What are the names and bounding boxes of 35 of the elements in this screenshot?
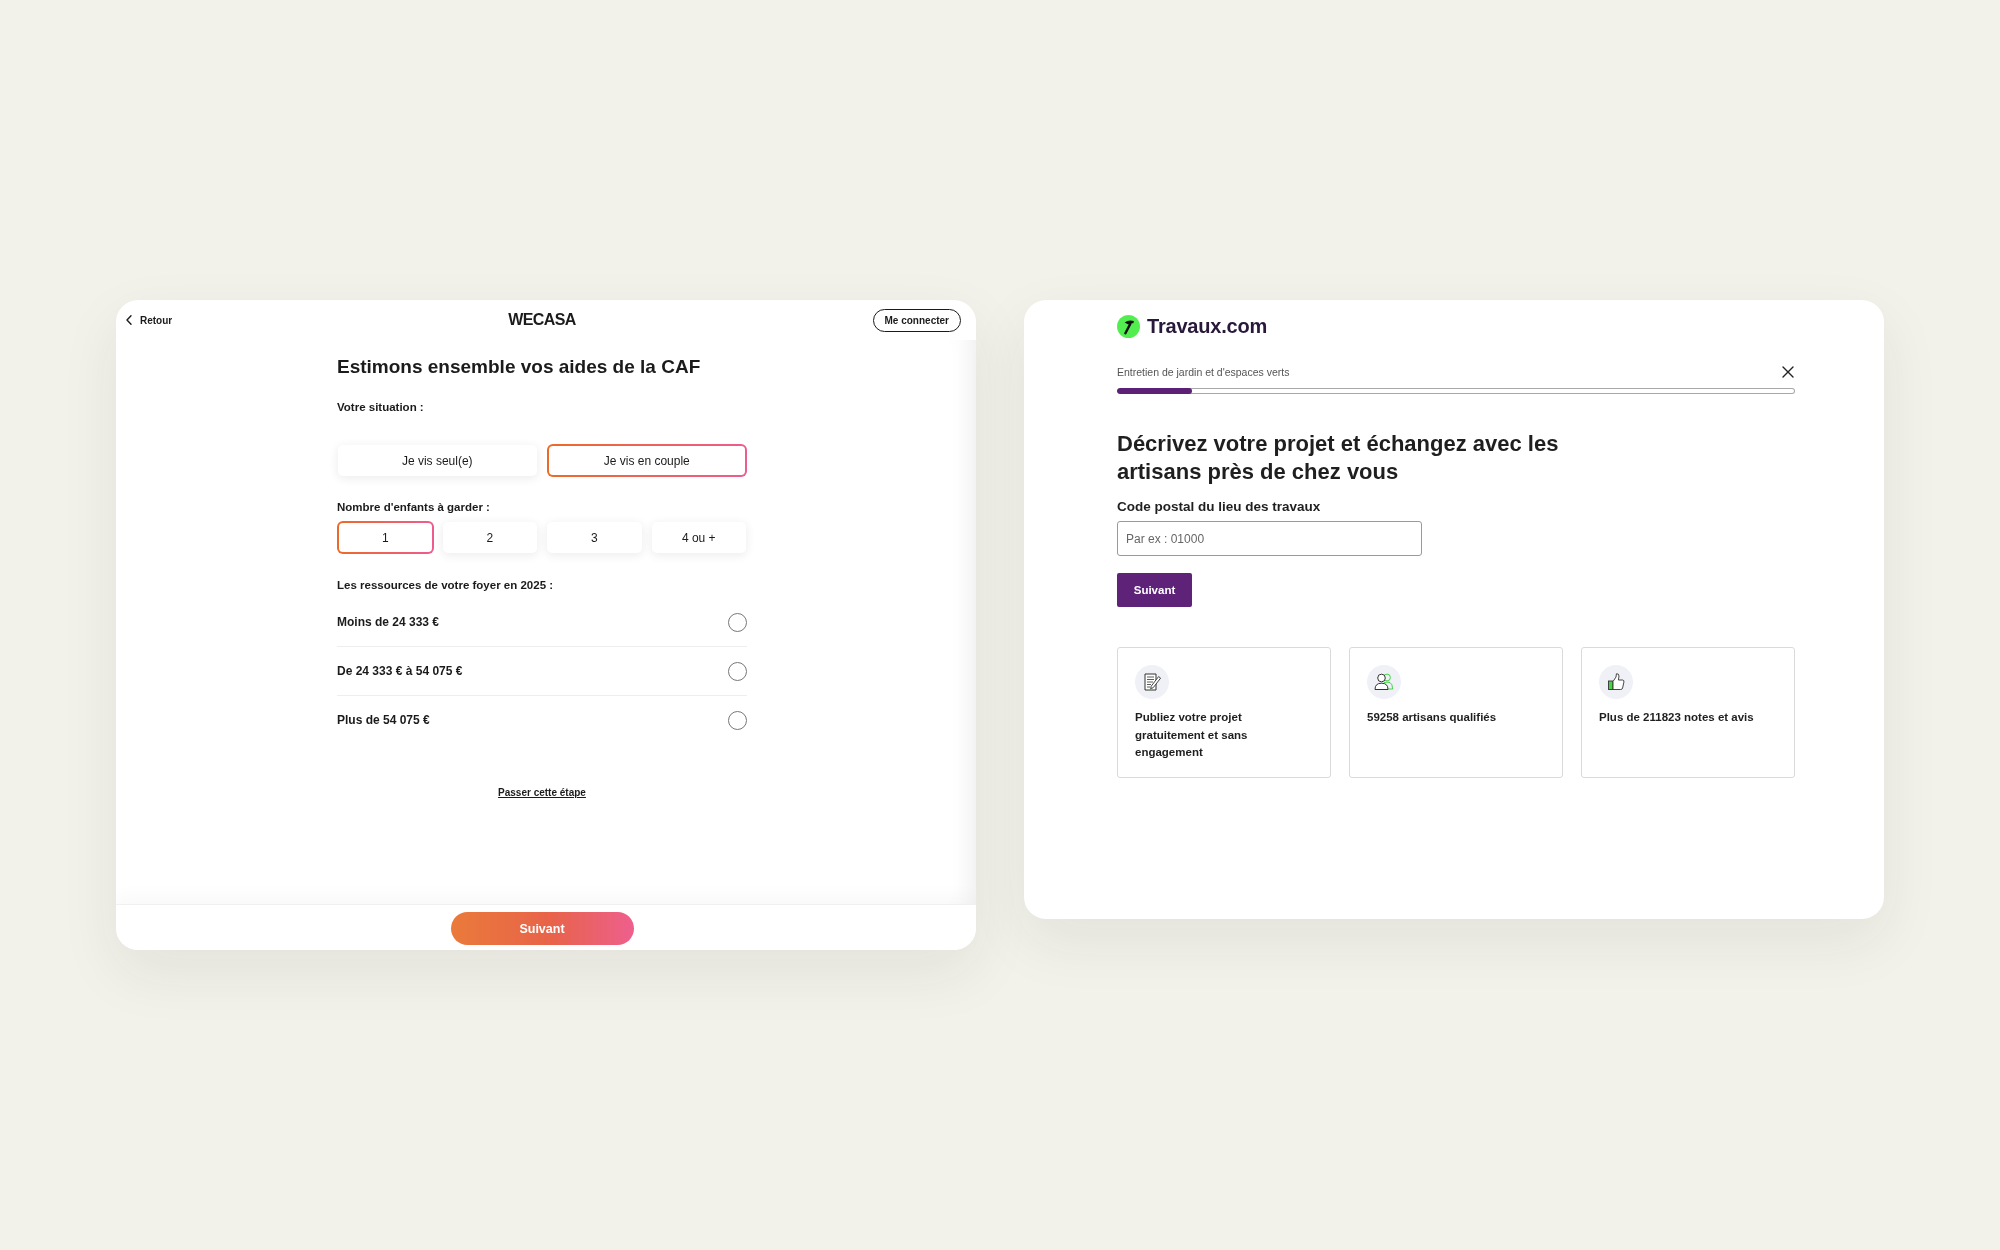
question-label: Votre situation : [337, 400, 425, 415]
option-label: Moins de 24 333 € [337, 615, 440, 629]
question-label: Nombre d'enfants à garder : [337, 500, 491, 515]
choice-button[interactable]: Je vis seul(e) [337, 444, 538, 477]
next-button[interactable]: Suivant [1117, 573, 1192, 607]
back-link[interactable]: Retour [126, 314, 173, 326]
choice-button[interactable]: 3 [546, 521, 643, 554]
option-label: Plus de 54 075 € [337, 713, 430, 727]
login-button[interactable]: Me connecter [872, 308, 961, 332]
thumbs-up-icon [1599, 665, 1633, 699]
question-label: Les ressources de votre foyer en 2025 : [337, 578, 555, 593]
postal-code-field[interactable]: Par ex : 01000 [1117, 521, 1422, 556]
form-title: Estimons ensemble vos aides de la CAF [337, 355, 702, 379]
category-label: Entretien de jardin et d'espaces verts [1117, 366, 1290, 378]
close-icon[interactable] [1782, 366, 1794, 378]
choice-button[interactable]: 2 [441, 521, 538, 554]
people-icon [1367, 665, 1401, 699]
logo-text: Travaux.com [1147, 314, 1268, 338]
field-label: Code postal du lieu des travaux [1117, 499, 1322, 515]
choice-button[interactable]: Je vis en couple [546, 444, 747, 477]
feature-text: Publiez votre projet gratuitement et sans engagement [1135, 710, 1249, 760]
document-pencil-icon [1135, 665, 1169, 699]
choice-button[interactable]: 1 [337, 521, 434, 554]
chevron-left-icon [126, 315, 132, 325]
skip-link[interactable]: Passer cette étape [498, 786, 586, 800]
radio-button[interactable] [728, 710, 747, 730]
option-label: De 24 333 € à 54 075 € [337, 664, 463, 678]
hammer-icon [1117, 314, 1140, 338]
feature-text: 59258 artisans qualifiés [1367, 710, 1498, 725]
radio-button[interactable] [728, 612, 747, 632]
radio-button[interactable] [728, 661, 747, 681]
feature-text: Plus de 211823 notes et avis [1599, 710, 1755, 725]
logo-text: WECASA [508, 311, 576, 329]
page-heading: Décrivez votre projet et échangez avec les artisans près de chez vous [1117, 430, 1560, 486]
choice-button[interactable]: 4 ou + [650, 521, 747, 554]
